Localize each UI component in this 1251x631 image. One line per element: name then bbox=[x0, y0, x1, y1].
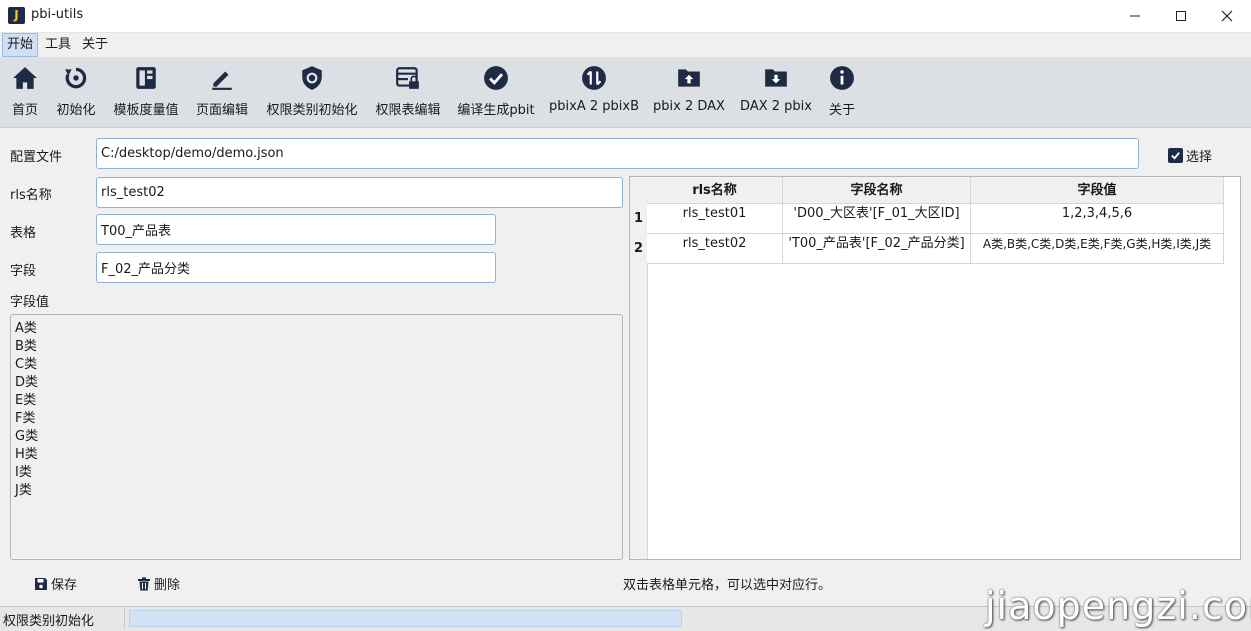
table-cell[interactable]: rls_test01 bbox=[647, 204, 783, 234]
save-button[interactable]: 保存 bbox=[34, 574, 77, 593]
menu-tools[interactable]: 工具 bbox=[41, 33, 75, 57]
save-label: 保存 bbox=[51, 578, 78, 593]
table-cell[interactable]: A类,B类,C类,D类,E类,F类,G类,H类,I类,J类 bbox=[971, 234, 1224, 264]
close-icon bbox=[1221, 10, 1233, 22]
field-input[interactable]: F_02_产品分类 bbox=[96, 252, 496, 283]
check-circle-icon bbox=[484, 66, 508, 90]
minimize-icon bbox=[1130, 15, 1140, 17]
reset-icon bbox=[65, 67, 87, 89]
lock-table-icon bbox=[396, 67, 419, 89]
swap-icon bbox=[582, 66, 606, 90]
row-number[interactable]: 2 bbox=[630, 234, 647, 264]
info-icon bbox=[830, 66, 854, 90]
rls-label: rls名称 bbox=[10, 188, 52, 203]
choose-checkbox[interactable]: 选择 bbox=[1168, 146, 1212, 165]
toolbar-label: 首页 bbox=[11, 103, 38, 118]
value-line: H类 bbox=[15, 447, 38, 462]
home-icon bbox=[13, 67, 37, 89]
value-line: J类 bbox=[15, 483, 32, 498]
toolbar: 首页 初始化 模板度量值 页面编辑 权限类别初始化 权限表编辑 编译生成pbit… bbox=[0, 57, 1251, 128]
rls-name-input[interactable]: rls_test02 bbox=[96, 177, 623, 208]
save-icon bbox=[35, 577, 47, 590]
toolbar-label: DAX 2 pbix bbox=[740, 99, 812, 114]
table-cell[interactable]: 1,2,3,4,5,6 bbox=[971, 204, 1224, 234]
template-icon bbox=[136, 67, 156, 89]
toolbar-pbix-dax-button[interactable]: pbix 2 DAX bbox=[652, 57, 726, 127]
table-cell[interactable]: 'T00_产品表'[F_02_产品分类] bbox=[783, 234, 971, 264]
shield-gear-icon bbox=[302, 66, 322, 90]
config-file-input[interactable]: C:/desktop/demo/demo.json bbox=[96, 138, 1139, 169]
minimize-button[interactable] bbox=[1112, 0, 1158, 32]
toolbar-label: 编译生成pbit bbox=[457, 103, 535, 118]
value-line: I类 bbox=[15, 465, 32, 480]
header-rls-name[interactable]: rls名称 bbox=[647, 177, 783, 204]
value-line: B类 bbox=[15, 339, 37, 354]
value-line: C类 bbox=[15, 357, 38, 372]
window-title: pbi-utils bbox=[31, 7, 84, 22]
toolbar-template-button[interactable]: 模板度量值 bbox=[110, 57, 182, 127]
choose-label: 选择 bbox=[1186, 150, 1213, 165]
value-line: E类 bbox=[15, 393, 37, 408]
status-separator bbox=[124, 609, 125, 629]
rls-table[interactable]: rls名称 字段名称 字段值 1 rls_test01 'D00_大区表'[F_… bbox=[629, 176, 1241, 560]
toolbar-init-button[interactable]: 初始化 bbox=[53, 57, 99, 127]
toolbar-pbix-ab-button[interactable]: pbixA 2 pbixB bbox=[549, 57, 639, 127]
hint-text: 双击表格单元格，可以选中对应行。 bbox=[623, 578, 832, 593]
title-bar: J pbi-utils bbox=[0, 0, 1251, 33]
toolbar-label: 关于 bbox=[828, 103, 855, 118]
edit-icon bbox=[212, 71, 232, 90]
table-cell[interactable]: rls_test02 bbox=[647, 234, 783, 264]
toolbar-home-button[interactable]: 首页 bbox=[8, 57, 42, 127]
values-label: 字段值 bbox=[10, 295, 50, 310]
toolbar-label: 权限类别初始化 bbox=[266, 103, 358, 118]
status-text: 权限类别初始化 bbox=[3, 614, 95, 629]
folder-download-icon bbox=[765, 69, 787, 87]
menu-start[interactable]: 开始 bbox=[2, 33, 39, 57]
toolbar-label: pbixA 2 pbixB bbox=[549, 99, 639, 114]
maximize-icon bbox=[1176, 11, 1186, 21]
field-values-textarea[interactable]: A类 B类 C类 D类 E类 F类 G类 H类 I类 J类 bbox=[10, 314, 623, 560]
delete-button[interactable]: 删除 bbox=[137, 574, 180, 593]
row-number[interactable]: 1 bbox=[630, 204, 647, 234]
delete-label: 删除 bbox=[154, 578, 181, 593]
toolbar-compile-button[interactable]: 编译生成pbit bbox=[456, 57, 536, 127]
toolbar-about-button[interactable]: 关于 bbox=[826, 57, 858, 127]
field-label: 字段 bbox=[10, 264, 37, 279]
header-field-name[interactable]: 字段名称 bbox=[783, 177, 971, 204]
toolbar-perm-table-button[interactable]: 权限表编辑 bbox=[373, 57, 443, 127]
table-label: 表格 bbox=[10, 226, 37, 241]
value-line: G类 bbox=[15, 429, 39, 444]
checkbox-check-icon bbox=[1168, 148, 1183, 163]
value-line: A类 bbox=[15, 321, 37, 336]
toolbar-label: 初始化 bbox=[56, 103, 96, 118]
toolbar-label: pbix 2 DAX bbox=[653, 99, 725, 114]
maximize-button[interactable] bbox=[1158, 0, 1204, 32]
toolbar-label: 模板度量值 bbox=[113, 103, 179, 118]
progress-bar bbox=[129, 610, 682, 627]
folder-upload-icon bbox=[678, 69, 700, 87]
config-label: 配置文件 bbox=[10, 150, 63, 165]
toolbar-perm-init-button[interactable]: 权限类别初始化 bbox=[264, 57, 360, 127]
menu-about[interactable]: 关于 bbox=[78, 33, 112, 57]
header-field-values[interactable]: 字段值 bbox=[971, 177, 1224, 204]
toolbar-label: 权限表编辑 bbox=[375, 103, 441, 118]
close-button[interactable] bbox=[1204, 0, 1250, 32]
table-cell[interactable]: 'D00_大区表'[F_01_大区ID] bbox=[783, 204, 971, 234]
value-line: D类 bbox=[15, 375, 39, 390]
trash-icon bbox=[138, 577, 150, 590]
toolbar-dax-pbix-button[interactable]: DAX 2 pbix bbox=[739, 57, 813, 127]
menu-bar: 开始 工具 关于 bbox=[0, 33, 1251, 57]
toolbar-page-edit-button[interactable]: 页面编辑 bbox=[193, 57, 251, 127]
table-input[interactable]: T00_产品表 bbox=[96, 214, 496, 245]
toolbar-label: 页面编辑 bbox=[195, 103, 248, 118]
watermark: jiaopengzi.com bbox=[985, 584, 1251, 628]
app-icon: J bbox=[8, 7, 25, 24]
value-line: F类 bbox=[15, 411, 36, 426]
